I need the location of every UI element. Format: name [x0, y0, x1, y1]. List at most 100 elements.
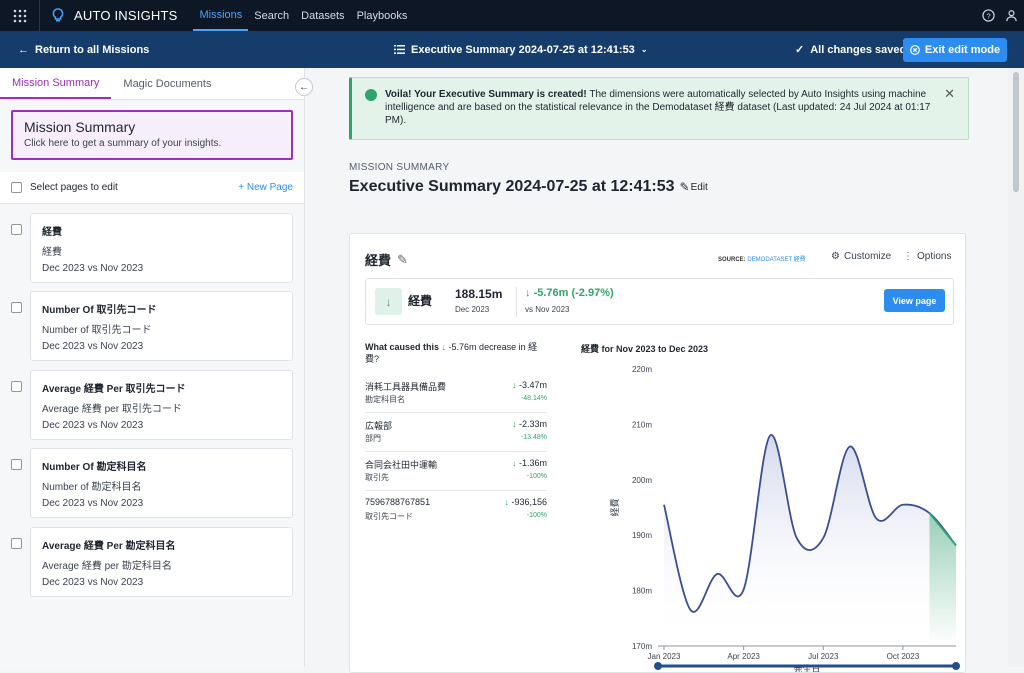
left-tabs: Mission Summary Magic Documents [0, 68, 304, 100]
app-grid-icon[interactable] [0, 0, 40, 31]
page-card[interactable]: Average 経費 Per 勘定科目名 Average 経費 per 勘定科目… [30, 527, 293, 597]
select-all-checkbox[interactable] [11, 182, 22, 193]
brand[interactable]: AUTO INSIGHTS [52, 8, 177, 23]
driver-value: ↓ -1.36m [512, 458, 547, 468]
back-label: Return to all Missions [35, 44, 149, 56]
range-slider-start-handle[interactable] [654, 662, 662, 670]
page-card[interactable]: 経費 経費 Dec 2023 vs Nov 2023 [30, 213, 293, 283]
page-card[interactable]: Number Of 取引先コード Number of 取引先コード Dec 20… [30, 291, 293, 361]
kpi-change-period: vs Nov 2023 [525, 305, 569, 314]
close-icon[interactable]: ✕ [944, 87, 955, 100]
kpi-change: ↓ -5.76m (-2.97%) [525, 287, 614, 299]
y-tick-label: 220m [632, 365, 652, 374]
page-card-title: Number Of 取引先コード [42, 301, 281, 316]
page-checkbox[interactable] [11, 459, 22, 470]
driver-row[interactable]: 消耗工具器具備品費 勘定科目名 ↓ -3.47m -48.14% [365, 374, 547, 413]
left-panel: Mission Summary Magic Documents Mission … [0, 68, 305, 667]
customize-label: Customize [844, 251, 891, 262]
options-button[interactable]: ⋮ Options [903, 251, 951, 262]
success-icon [365, 89, 377, 101]
mission-toolbar: ← Return to all Missions Executive Summa… [0, 31, 1024, 68]
page-card[interactable]: Number Of 勘定科目名 Number of 勘定科目名 Dec 2023… [30, 448, 293, 518]
page-checkbox[interactable] [11, 381, 22, 392]
y-tick-label: 170m [632, 642, 652, 651]
page-card-title: Average 経費 Per 取引先コード [42, 380, 281, 395]
page-checkbox[interactable] [11, 302, 22, 313]
mission-summary-subtitle: Click here to get a summary of your insi… [24, 138, 280, 149]
tab-magic-documents[interactable]: Magic Documents [111, 68, 223, 99]
arrow-left-icon: ← [18, 44, 29, 56]
check-icon: ✓ [795, 43, 804, 56]
y-tick-label: 210m [632, 420, 652, 429]
mission-summary-title: Mission Summary [24, 119, 280, 135]
select-pages-label: Select pages to edit [30, 182, 118, 193]
page-checkbox[interactable] [11, 538, 22, 549]
list-icon [394, 45, 405, 54]
user-icon[interactable] [1005, 9, 1018, 22]
pencil-icon[interactable]: ✎ [680, 180, 690, 194]
nav-datasets[interactable]: Datasets [295, 0, 350, 31]
y-tick-label: 190m [632, 531, 652, 540]
lightbulb-icon [52, 8, 64, 23]
main-content: Voila! Your Executive Summary is created… [306, 68, 1008, 667]
y-tick-label: 180m [632, 587, 652, 596]
new-page-button[interactable]: + New Page [238, 182, 293, 193]
driver-row[interactable]: 合同会社田中運輸 取引先 ↓ -1.36m -100% [365, 452, 547, 491]
x-tick-label: Oct 2023 [887, 652, 920, 661]
nav-missions[interactable]: Missions [193, 0, 248, 31]
main-nav: Missions Search Datasets Playbooks [193, 0, 413, 31]
drivers-heading: What caused this ↓ -5.76m decrease in 経費… [365, 341, 547, 365]
edit-title-button[interactable]: Edit [691, 182, 708, 193]
back-to-missions-link[interactable]: ← Return to all Missions [18, 31, 149, 68]
page-card-period: Dec 2023 vs Nov 2023 [42, 498, 281, 509]
page-checkbox[interactable] [11, 224, 22, 235]
driver-row[interactable]: 7596788767851 取引先コード ↓ -936,156 -100% [365, 491, 547, 530]
driver-percent: -13.48% [521, 434, 547, 441]
customize-button[interactable]: ⚙ Customize [831, 251, 891, 262]
driver-row[interactable]: 広報部 部門 ↓ -2.33m -13.48% [365, 413, 547, 452]
driver-value: ↓ -3.47m [512, 380, 547, 390]
page-card-title: 経費 [42, 223, 281, 238]
drivers-heading-prefix: What caused this [365, 342, 439, 352]
x-tick-label: Apr 2023 [727, 652, 760, 661]
options-label: Options [917, 251, 951, 262]
metric-card-title: 経費 [365, 250, 391, 269]
page-card-period: Dec 2023 vs Nov 2023 [42, 263, 281, 274]
page-card-metric: Average 経費 per 取引先コード [42, 400, 281, 415]
kpi-summary: ↓ 経費 188.15m Dec 2023 ↓ -5.76m (-2.97%) … [365, 278, 954, 325]
nav-search[interactable]: Search [248, 0, 295, 31]
x-tick-label: Jan 2023 [648, 652, 681, 661]
driver-value-text: -3.47m [519, 380, 547, 390]
scrollbar-thumb[interactable] [1013, 72, 1019, 192]
page-title: Executive Summary 2024-07-25 at 12:41:53 [349, 178, 675, 196]
driver-category: 取引先 [365, 472, 389, 483]
pencil-icon[interactable]: ✎ [397, 252, 408, 268]
source-prefix: SOURCE: [718, 257, 746, 263]
view-page-button[interactable]: View page [884, 289, 945, 312]
source-value[interactable]: DEMODATASET 経費 [747, 257, 805, 263]
collapse-panel-button[interactable]: ← [295, 78, 313, 96]
exit-edit-mode-button[interactable]: Exit edit mode [903, 38, 1007, 62]
driver-category: 取引先コード [365, 511, 413, 522]
divider [516, 287, 517, 317]
arrow-left-icon: ← [299, 82, 309, 93]
y-axis-label: 経費 [609, 498, 620, 516]
driver-value-text: -936,156 [511, 497, 547, 507]
kpi-value: 188.15m [455, 287, 502, 301]
page-card-metric: Number of 勘定科目名 [42, 478, 281, 493]
y-tick-label: 200m [632, 476, 652, 485]
tab-mission-summary[interactable]: Mission Summary [0, 68, 111, 99]
arrow-down-icon: ↓ [442, 342, 447, 352]
main-scrollbar[interactable] [1008, 68, 1024, 667]
help-icon[interactable]: ? [982, 9, 995, 22]
page-card[interactable]: Average 経費 Per 取引先コード Average 経費 per 取引先… [30, 370, 293, 440]
nav-playbooks[interactable]: Playbooks [351, 0, 414, 31]
mission-summary-box[interactable]: Mission Summary Click here to get a summ… [11, 110, 293, 160]
range-slider-end-handle[interactable] [952, 662, 960, 670]
driver-name: 7596788767851 [365, 497, 430, 507]
mission-title-selector[interactable]: Executive Summary 2024-07-25 at 12:41:53… [394, 31, 648, 68]
select-pages-row: Select pages to edit + New Page [0, 172, 304, 204]
save-status-text: All changes saved [810, 44, 906, 56]
svg-text:?: ? [986, 11, 990, 20]
more-vertical-icon: ⋮ [903, 251, 913, 262]
